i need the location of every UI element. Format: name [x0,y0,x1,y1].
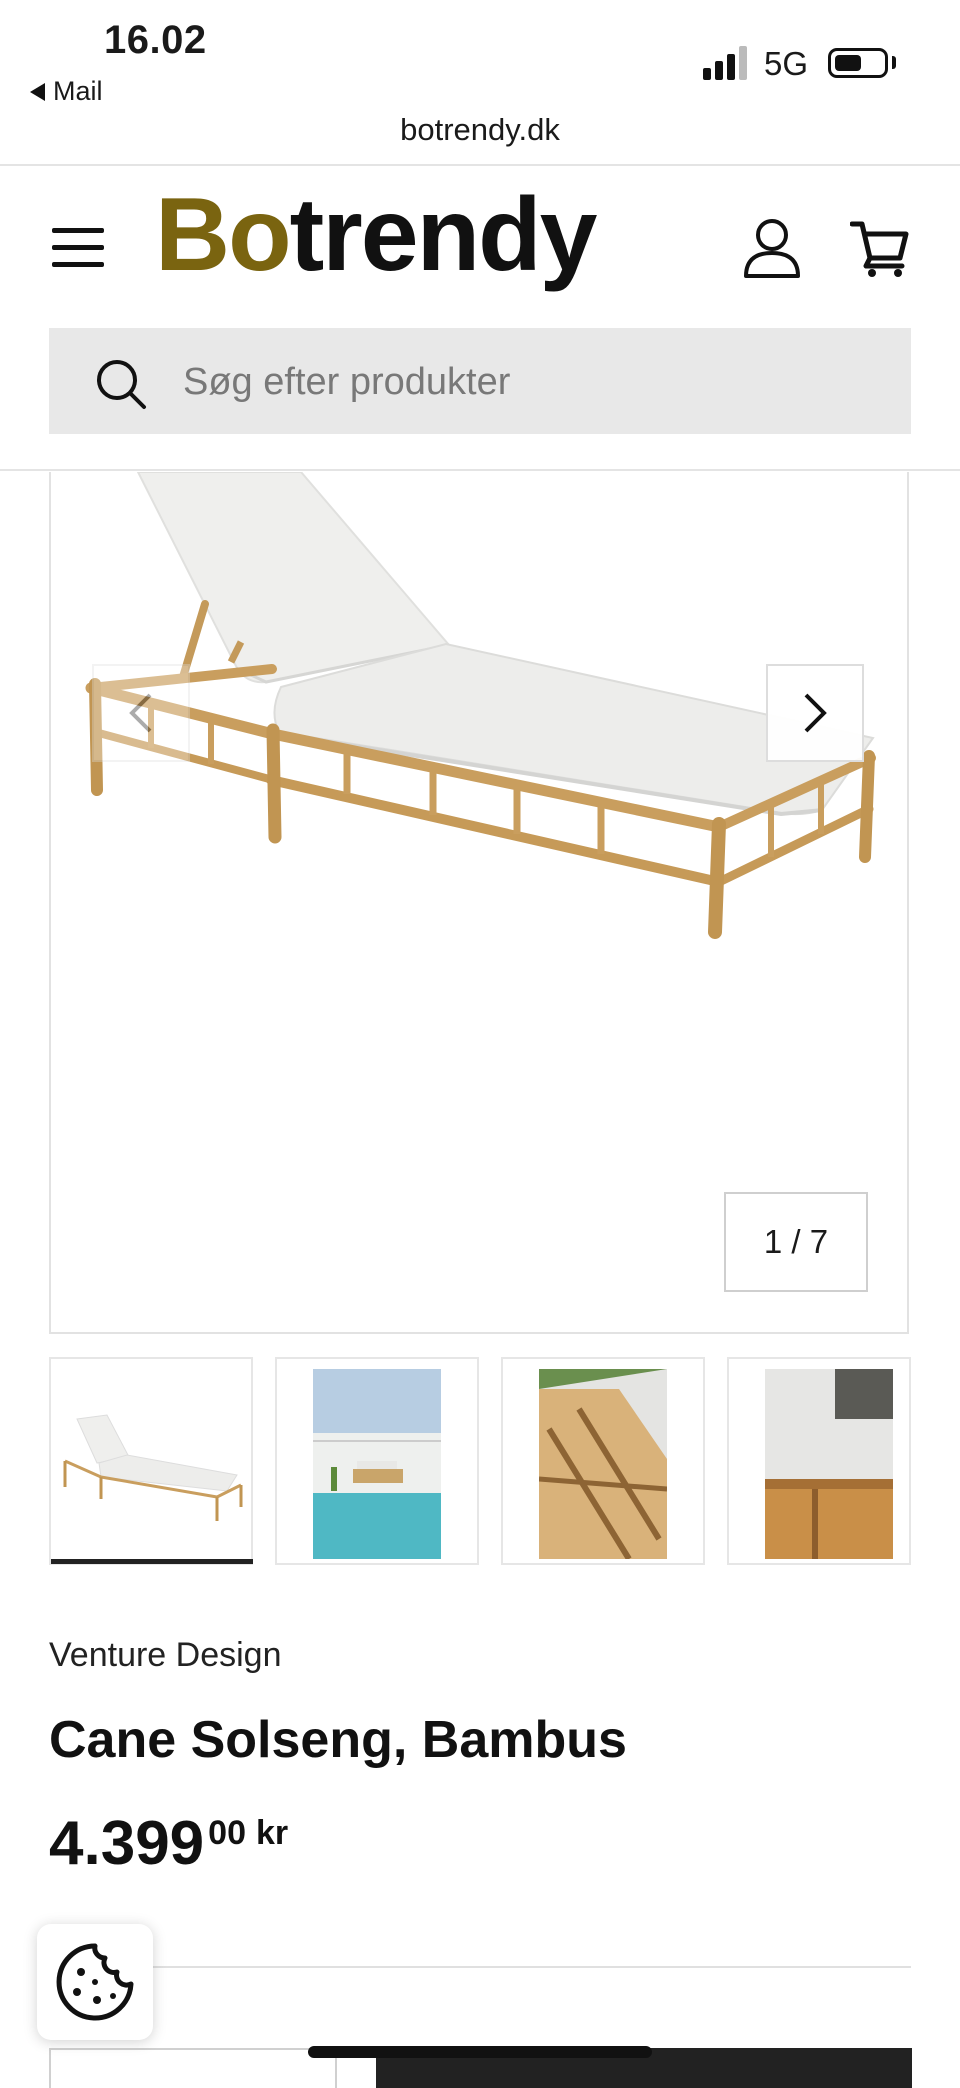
cookie-settings-button[interactable] [37,1924,153,2040]
home-indicator [308,2046,652,2058]
thumbnail-2[interactable] [275,1357,479,1565]
product-title: Cane Solseng, Bambus [49,1711,627,1769]
price-currency: kr [255,1814,289,1852]
address-bar-divider [0,164,960,166]
thumbnail-image [313,1369,441,1559]
quantity-selector[interactable] [49,2048,337,2088]
thumbnail-active-indicator [51,1559,253,1564]
header-divider [0,469,960,471]
signal-icon [703,46,747,80]
gallery-next-button[interactable] [766,664,864,762]
thumbnail-1[interactable] [49,1357,253,1565]
gallery-prev-button[interactable] [92,664,190,762]
chevron-right-icon [804,693,827,733]
gallery-counter: 1 / 7 [724,1192,868,1292]
section-divider [49,1966,911,1968]
status-time: 16.02 [104,18,207,62]
chevron-left-icon [129,693,152,733]
battery-nub [892,56,896,69]
product-price: 4.399 00 kr [49,1808,288,1879]
product-brand[interactable]: Venture Design [49,1636,282,1675]
price-decimals: 00 [208,1814,246,1852]
search-bar[interactable] [49,328,911,434]
address-bar-url[interactable]: botrendy.dk [0,112,960,148]
search-input[interactable] [181,352,885,412]
logo-part-bo: Bo [155,177,292,293]
cookie-icon [56,1943,134,2021]
site-logo[interactable]: Botrendy [155,177,598,293]
network-label: 5G [764,45,809,82]
battery-icon [828,48,888,78]
thumbnail-image [539,1369,667,1559]
thumbnail-image [63,1414,243,1521]
thumbnail-image [765,1369,893,1559]
menu-icon[interactable] [52,228,106,268]
price-main: 4.399 [49,1809,205,1878]
thumbnail-4[interactable] [727,1357,911,1565]
logo-part-trendy: trendy [289,177,598,293]
cart-icon[interactable] [850,218,910,278]
search-icon[interactable] [95,358,147,410]
back-to-mail-link[interactable]: Mail [30,76,103,107]
back-app-label: Mail [53,76,103,106]
thumbnail-3[interactable] [501,1357,705,1565]
user-icon[interactable] [742,218,802,280]
back-arrow-icon [30,82,45,101]
